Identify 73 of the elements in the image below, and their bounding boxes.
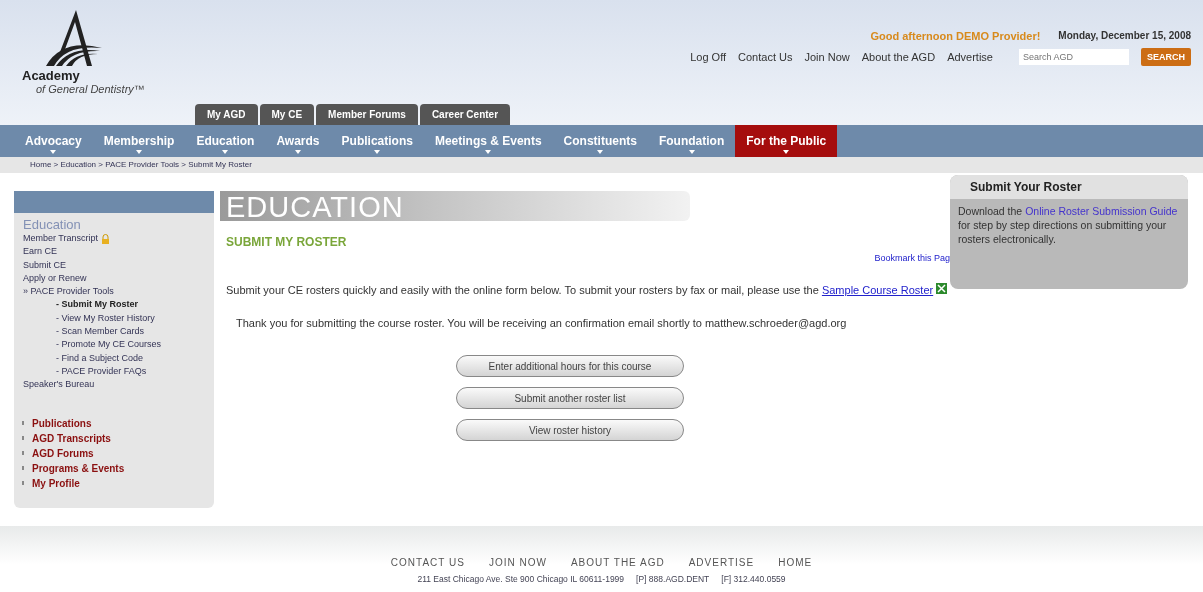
sidebar-item[interactable]: Apply or Renew — [14, 271, 214, 286]
info-box-title: Submit Your Roster — [950, 175, 1188, 199]
footer-phone: [P] 888.AGD.DENT — [636, 574, 710, 584]
caret-icon — [597, 150, 604, 154]
top-tab[interactable]: Member Forums — [316, 104, 418, 125]
sidebar-item[interactable]: - Scan Member Cards — [14, 325, 214, 339]
confirmation-message: Thank you for submitting the course roster. You will be receiving an confirmation email shortly to matthew.schroeder@agd.org — [236, 317, 848, 329]
nav-item[interactable]: Meetings & Events — [423, 125, 553, 157]
breadcrumb: Home > Education > PACE Provider Tools > Submit My Roster — [0, 157, 1203, 173]
caret-icon — [50, 150, 57, 154]
search-field[interactable]: Search AGD — [1019, 49, 1129, 65]
footer-fax: [F] 312.440.0559 — [721, 574, 786, 584]
footer-link[interactable]: HOME — [778, 557, 813, 568]
sidebar-heading: Education — [22, 216, 82, 232]
header-link[interactable]: About the AGD — [861, 51, 936, 63]
caret-icon — [222, 150, 229, 154]
sample-roster-link[interactable]: Sample Course Roster — [821, 284, 934, 296]
caret-icon — [783, 150, 790, 154]
nav-item[interactable]: Education — [185, 125, 266, 157]
page-title: SUBMIT MY ROSTER — [226, 235, 348, 249]
nav-item[interactable]: Awards — [265, 125, 331, 157]
section-banner: EDUCATION — [220, 191, 690, 221]
date: Monday, December 15, 2008 — [1058, 30, 1191, 42]
sidebar-item[interactable]: - Find a Subject Code — [14, 351, 214, 365]
caret-icon — [136, 150, 143, 154]
sidebar-item[interactable]: - Promote My CE Courses — [14, 338, 214, 352]
action-button[interactable]: View roster history — [456, 419, 684, 441]
sidebar-item[interactable]: - PACE Provider FAQs — [14, 364, 214, 379]
top-tab[interactable]: My AGD — [195, 104, 258, 125]
nav-item[interactable]: Foundation — [647, 125, 736, 157]
sidebar-item[interactable]: - View My Roster History — [14, 311, 214, 326]
footer-address: 211 East Chicago Ave. Ste 900 Chicago IL 60611-1999 — [417, 574, 625, 584]
action-button[interactable]: Enter additional hours for this course — [456, 355, 684, 377]
info-box-text: Download the Online Roster Submission Guide for step by step directions on submitting your rosters electronically. — [957, 204, 1179, 247]
sidebar-item[interactable]: » PACE Provider Tools — [14, 285, 214, 299]
bookmark-link[interactable]: Bookmark this Pag — [874, 253, 950, 263]
sidebar-item[interactable]: Member Transcript — [14, 232, 214, 246]
header-link[interactable]: Log Off — [690, 51, 727, 63]
header-link[interactable]: Join Now — [804, 51, 850, 63]
sidebar-link[interactable]: Publications — [32, 415, 92, 431]
footer-link[interactable]: CONTACT US — [390, 557, 465, 568]
sidebar-item[interactable]: Earn CE — [14, 245, 214, 259]
top-tab[interactable]: My CE — [259, 104, 315, 125]
sidebar-link[interactable]: AGD Forums — [32, 445, 94, 461]
sidebar-link[interactable]: Programs & Events — [32, 460, 125, 476]
sidebar-link[interactable]: My Profile — [32, 475, 80, 491]
caret-icon — [485, 150, 492, 154]
action-button[interactable]: Submit another roster list — [456, 387, 684, 409]
caret-icon — [294, 150, 301, 154]
sidebar-item[interactable]: Speaker's Bureau — [14, 378, 214, 392]
spreadsheet-icon — [936, 283, 948, 294]
logo-subtitle: of General Dentistry™ — [36, 83, 146, 95]
nav-item[interactable]: Advocacy — [14, 125, 93, 157]
intro-text: Submit your CE rosters quickly and easily with the online form below. To submit your rosters by fax or mail, please use the Sample Course Roster — [226, 283, 950, 297]
nav-item[interactable]: Membership — [92, 125, 186, 157]
caret-icon — [374, 150, 381, 154]
search-button[interactable]: SEARCH — [1141, 48, 1191, 66]
sidebar-link[interactable]: AGD Transcripts — [32, 430, 111, 446]
footer-link[interactable]: JOIN NOW — [488, 557, 547, 568]
header-link[interactable]: Contact Us — [738, 51, 793, 63]
nav-item[interactable]: Publications — [330, 125, 424, 157]
footer-link[interactable]: ADVERTISE — [688, 557, 755, 568]
nav-item[interactable]: For the Public — [735, 125, 838, 157]
nav-item[interactable]: Constituents — [552, 125, 648, 157]
logo-name: Academy — [22, 68, 81, 83]
sidebar-item[interactable]: Submit CE — [14, 258, 214, 272]
caret-icon — [688, 150, 695, 154]
sidebar-item[interactable]: - Submit My Roster — [14, 298, 214, 312]
footer-link[interactable]: ABOUT THE AGD — [570, 557, 665, 568]
greeting: Good afternoon DEMO Provider! — [870, 30, 1041, 42]
guide-link[interactable]: Online Roster Submission Guide — [1025, 205, 1178, 217]
header-link[interactable]: Advertise — [947, 51, 993, 63]
top-tab[interactable]: Career Center — [419, 104, 511, 125]
